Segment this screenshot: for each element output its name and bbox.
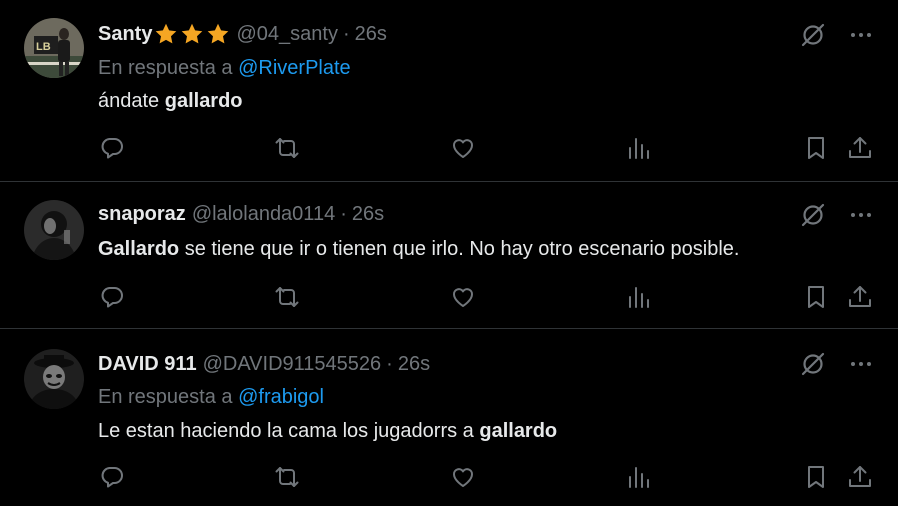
user-handle[interactable]: @04_santy (236, 21, 337, 47)
bookmark-icon[interactable] (802, 283, 830, 311)
star-icon (208, 23, 229, 44)
tweet-actions (98, 463, 874, 493)
views-icon[interactable] (625, 134, 653, 162)
tweet[interactable]: snaporaz @lalolanda0114 · 26s Gallardo s… (0, 182, 898, 329)
reply-context: En respuesta a @frabigol (98, 384, 324, 410)
tweet[interactable]: DAVID 911 @DAVID911545526 · 26s En respu… (0, 329, 898, 506)
views-icon[interactable] (625, 283, 653, 311)
reply-mention-link[interactable]: @RiverPlate (238, 57, 351, 79)
star-icon (182, 23, 203, 44)
tweet-header: DAVID 911 @DAVID911545526 · 26s (98, 351, 430, 377)
badge-stars (154, 22, 230, 46)
separator-dot: · (342, 23, 350, 45)
display-name[interactable]: DAVID 911 (98, 351, 197, 377)
grok-icon[interactable] (800, 202, 826, 228)
reply-mention-link[interactable]: @frabigol (238, 386, 324, 408)
reply-icon[interactable] (98, 463, 126, 491)
tweet-header: snaporaz @lalolanda0114 · 26s (98, 201, 384, 227)
tweet-actions (98, 283, 874, 313)
svg-text:LB: LB (36, 41, 51, 53)
more-icon[interactable] (848, 202, 874, 228)
bookmark-icon[interactable] (802, 463, 830, 491)
tweet[interactable]: LB Santy @04_santy · 26s En respuesta a … (0, 0, 898, 182)
separator-dot: · (340, 203, 347, 225)
like-icon[interactable] (449, 463, 477, 491)
reply-prefix: En respuesta a (98, 386, 233, 408)
avatar[interactable] (24, 349, 84, 409)
share-icon[interactable] (846, 134, 874, 162)
user-handle[interactable]: @lalolanda0114 (192, 201, 335, 227)
like-icon[interactable] (449, 283, 477, 311)
timestamp[interactable]: 26s (398, 351, 430, 377)
tweet-top-icons (800, 351, 874, 377)
display-name[interactable]: Santy (98, 21, 152, 47)
tweet-text-highlight: gallardo (164, 90, 243, 112)
retweet-icon[interactable] (273, 283, 301, 311)
tweet-feed: LB Santy @04_santy · 26s En respuesta a … (0, 0, 898, 506)
reply-icon[interactable] (98, 134, 126, 162)
views-icon[interactable] (625, 463, 653, 491)
grok-icon[interactable] (800, 351, 826, 377)
share-icon[interactable] (846, 463, 874, 491)
timestamp[interactable]: 26s (355, 21, 387, 47)
star-icon (156, 23, 177, 44)
tweet-text: ándate gallardo (98, 88, 243, 114)
bookmark-icon[interactable] (802, 134, 830, 162)
tweet-top-icons (800, 22, 874, 48)
reply-icon[interactable] (98, 283, 126, 311)
tweet-text: Gallardo se tiene que ir o tienen que ir… (98, 236, 739, 262)
more-icon[interactable] (848, 351, 874, 377)
like-icon[interactable] (449, 134, 477, 162)
display-name[interactable]: snaporaz (98, 201, 186, 227)
reply-prefix: En respuesta a (98, 57, 233, 79)
retweet-icon[interactable] (273, 134, 301, 162)
reply-context: En respuesta a @RiverPlate (98, 55, 351, 81)
tweet-header: Santy @04_santy · 26s (98, 21, 387, 47)
more-icon[interactable] (848, 22, 874, 48)
grok-icon[interactable] (800, 22, 826, 48)
tweet-text-part: ándate (98, 90, 165, 112)
avatar[interactable] (24, 200, 84, 260)
timestamp[interactable]: 26s (352, 201, 384, 227)
tweet-text-highlight: Gallardo (98, 238, 180, 260)
tweet-text-part: se tiene que ir o tienen que irlo. No ha… (179, 238, 740, 260)
retweet-icon[interactable] (273, 463, 301, 491)
user-handle[interactable]: @DAVID911545526 (203, 351, 382, 377)
share-icon[interactable] (846, 283, 874, 311)
avatar[interactable]: LB (24, 18, 84, 78)
tweet-text-highlight: gallardo (479, 420, 558, 442)
tweet-actions (98, 134, 874, 164)
tweet-top-icons (800, 202, 874, 228)
tweet-text-part: Le estan haciendo la cama los jugadorrs … (98, 420, 480, 442)
separator-dot: · (386, 353, 393, 375)
tweet-text: Le estan haciendo la cama los jugadorrs … (98, 418, 557, 444)
